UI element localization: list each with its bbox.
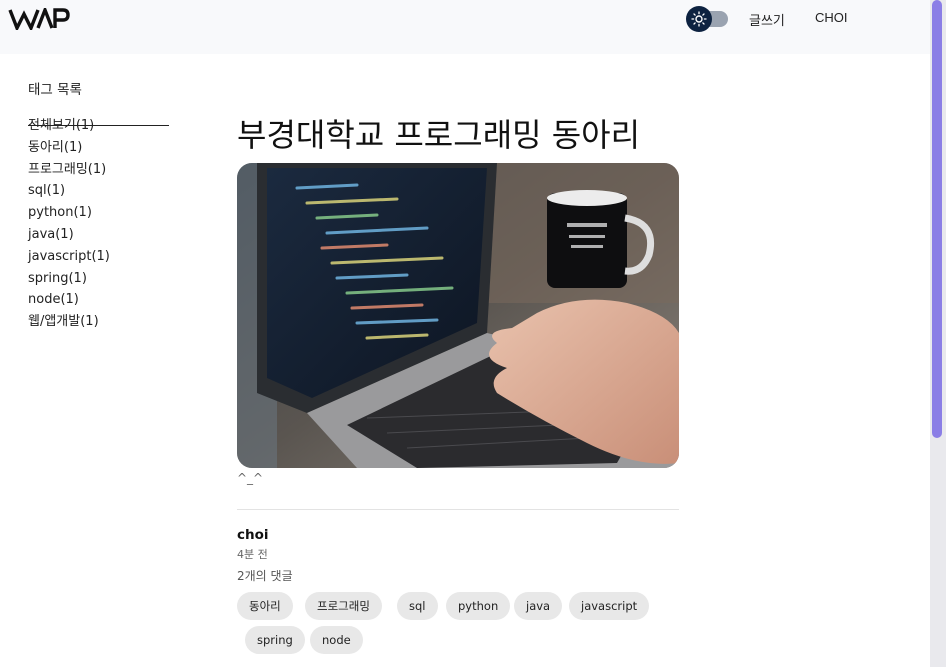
write-link[interactable]: 글쓰기 <box>749 10 785 29</box>
post-tag-chip[interactable]: javascript <box>569 592 650 620</box>
tag-item-javascript[interactable]: javascript(1) <box>28 247 110 269</box>
tag-item-python[interactable]: python(1) <box>28 203 110 225</box>
post-tag-chip[interactable]: node <box>310 626 363 654</box>
top-header: 글쓰기 CHOI <box>0 0 930 54</box>
post-divider <box>237 509 679 510</box>
post-thumbnail-image[interactable] <box>237 163 679 468</box>
tag-item-all[interactable]: 전체보기(1) <box>28 116 110 138</box>
post-tag-chip[interactable]: sql <box>397 592 438 620</box>
tag-list-title: 태그 목록 <box>28 82 82 98</box>
post-tag-chip[interactable]: spring <box>245 626 305 654</box>
tag-item-webapp[interactable]: 웹/앱개발(1) <box>28 312 110 334</box>
post-comment-count[interactable]: 2개의 댓글 <box>237 567 293 584</box>
post-time: 4분 전 <box>237 548 268 561</box>
tag-item-java[interactable]: java(1) <box>28 225 110 247</box>
post-author[interactable]: choi <box>237 527 269 543</box>
tag-item-club[interactable]: 동아리(1) <box>28 138 110 160</box>
tag-item-programming[interactable]: 프로그래밍(1) <box>28 160 110 182</box>
scrollbar-thumb[interactable] <box>932 0 942 438</box>
tag-item-node[interactable]: node(1) <box>28 290 110 312</box>
post-title: 부경대학교 프로그래밍 동아리 <box>237 116 641 154</box>
tag-list: 전체보기(1) 동아리(1) 프로그래밍(1) sql(1) python(1)… <box>28 116 110 334</box>
sun-icon <box>686 6 712 32</box>
active-tag-underline <box>28 125 169 126</box>
user-menu[interactable]: CHOI <box>815 10 848 25</box>
theme-toggle[interactable] <box>686 6 728 32</box>
post-tag-chip[interactable]: python <box>446 592 511 620</box>
post-caption: ^_^ <box>237 471 264 485</box>
tag-item-sql[interactable]: sql(1) <box>28 181 110 203</box>
post-tag-chip[interactable]: java <box>514 592 563 620</box>
post-tag-chip[interactable]: 동아리 <box>237 592 293 620</box>
post-tag-chip[interactable]: 프로그래밍 <box>305 592 382 620</box>
wap-logo[interactable] <box>8 8 70 30</box>
tag-item-spring[interactable]: spring(1) <box>28 269 110 291</box>
